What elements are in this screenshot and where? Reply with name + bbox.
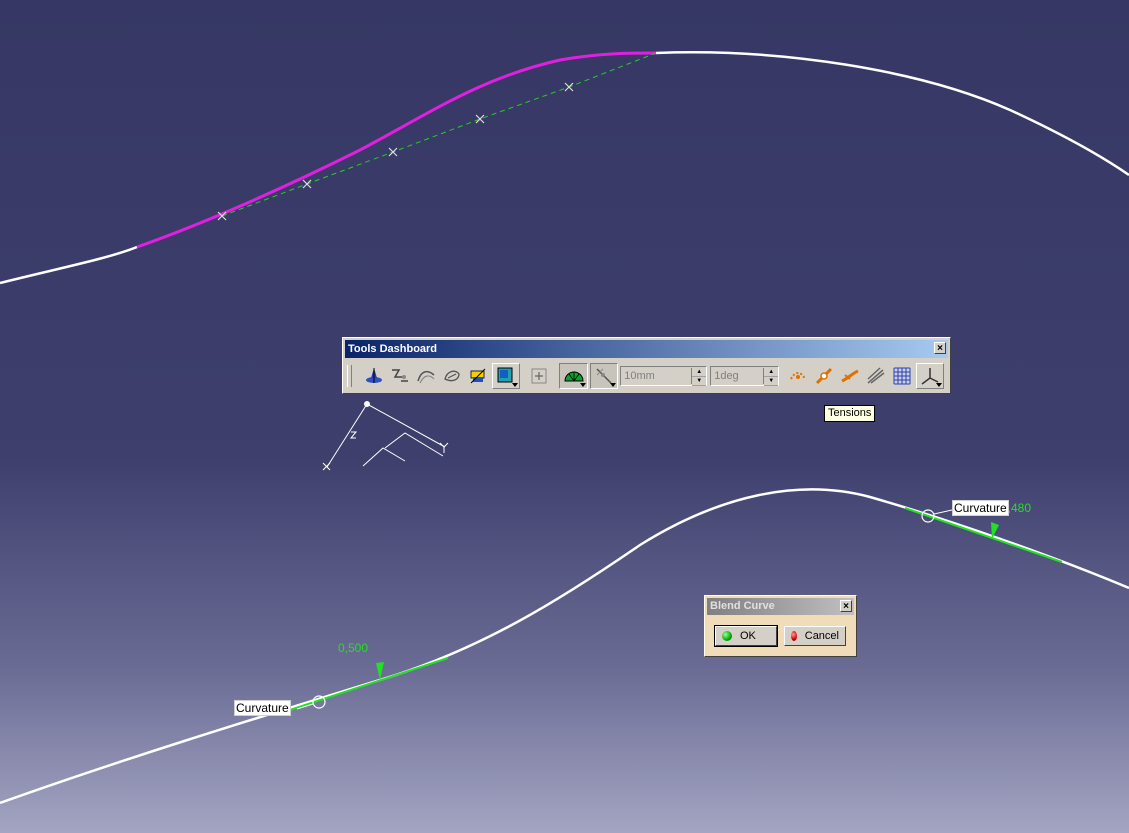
control-polygon: [221, 52, 657, 217]
control-points[interactable]: [217, 82, 574, 221]
toolbar-close-button[interactable]: ×: [934, 342, 946, 354]
cancel-icon: [791, 631, 797, 641]
3d-viewport[interactable]: [0, 0, 1129, 833]
temporary-analysis-icon: [790, 372, 807, 380]
insert-button[interactable]: [527, 363, 551, 389]
snap-icon: [391, 369, 408, 382]
display-mode-button[interactable]: [491, 363, 520, 389]
grid-icon: [893, 367, 911, 385]
ok-label: OK: [740, 630, 756, 642]
step-button[interactable]: [590, 363, 619, 389]
continuity-button[interactable]: [864, 363, 888, 389]
attenuation-button[interactable]: [414, 363, 438, 389]
length-step-field[interactable]: ▲▼: [620, 366, 708, 386]
datum-button[interactable]: [466, 363, 490, 389]
toolbar-title: Tools Dashboard: [348, 343, 438, 355]
chevron-down-icon: [610, 383, 617, 387]
lower-support-curve[interactable]: [0, 488, 1129, 805]
attenuation-icon: [417, 370, 435, 384]
grid-button[interactable]: [890, 363, 914, 389]
insert-icon: [531, 368, 547, 384]
filter-button[interactable]: [440, 363, 464, 389]
dialog-close-button[interactable]: ×: [840, 600, 852, 612]
datum-icon: [470, 368, 486, 384]
toolbar-titlebar[interactable]: Tools Dashboard ×: [345, 340, 948, 358]
compass-button[interactable]: [362, 363, 386, 389]
analysis-button[interactable]: [558, 363, 589, 389]
tension-manipulator-1[interactable]: [289, 657, 449, 711]
axis-button[interactable]: [916, 363, 945, 389]
chevron-down-icon: [511, 383, 518, 387]
temporary-analysis-button[interactable]: [786, 363, 810, 389]
curvature-icon: [841, 369, 859, 383]
tension-manipulator-2[interactable]: [904, 507, 1063, 563]
blend-curve[interactable]: [136, 51, 657, 249]
length-step-input[interactable]: [621, 369, 692, 383]
dialog-titlebar[interactable]: Blend Curve ×: [707, 598, 854, 615]
curvature-label-2[interactable]: Curvature: [952, 500, 1009, 516]
snap-button[interactable]: [388, 363, 412, 389]
chevron-down-icon: [936, 383, 943, 387]
tensions-tooltip: Tensions: [824, 405, 876, 422]
angle-step-field[interactable]: ▲▼: [710, 366, 780, 386]
upper-support-curve-right[interactable]: [655, 51, 1129, 177]
blend-curve-dialog[interactable]: Blend Curve × OK Cancel: [704, 595, 857, 657]
toolbar-grip[interactable]: [347, 365, 352, 387]
axis-compass-icon[interactable]: [322, 401, 449, 471]
ok-icon: [722, 631, 732, 641]
curvature-label-1[interactable]: Curvature: [234, 700, 291, 716]
tools-dashboard-toolbar[interactable]: Tools Dashboard × 10mm ▲ ▼ 1deg ▲ ▼: [342, 337, 951, 394]
dialog-title: Blend Curve: [710, 600, 775, 612]
angle-step-input[interactable]: [711, 369, 764, 383]
tension-value-1[interactable]: 0,500: [338, 641, 368, 655]
cancel-button[interactable]: Cancel: [784, 626, 846, 646]
upper-support-curve[interactable]: [0, 245, 138, 285]
tension-icon: [816, 367, 833, 385]
continuity-icon: [867, 367, 885, 384]
chevron-down-icon: [580, 383, 587, 387]
curvature-button[interactable]: [838, 363, 862, 389]
tension-button[interactable]: [812, 363, 836, 389]
filter-icon: [444, 370, 460, 382]
ok-button[interactable]: OK: [714, 625, 778, 647]
compass-icon: [365, 368, 382, 383]
cancel-label: Cancel: [804, 630, 839, 642]
